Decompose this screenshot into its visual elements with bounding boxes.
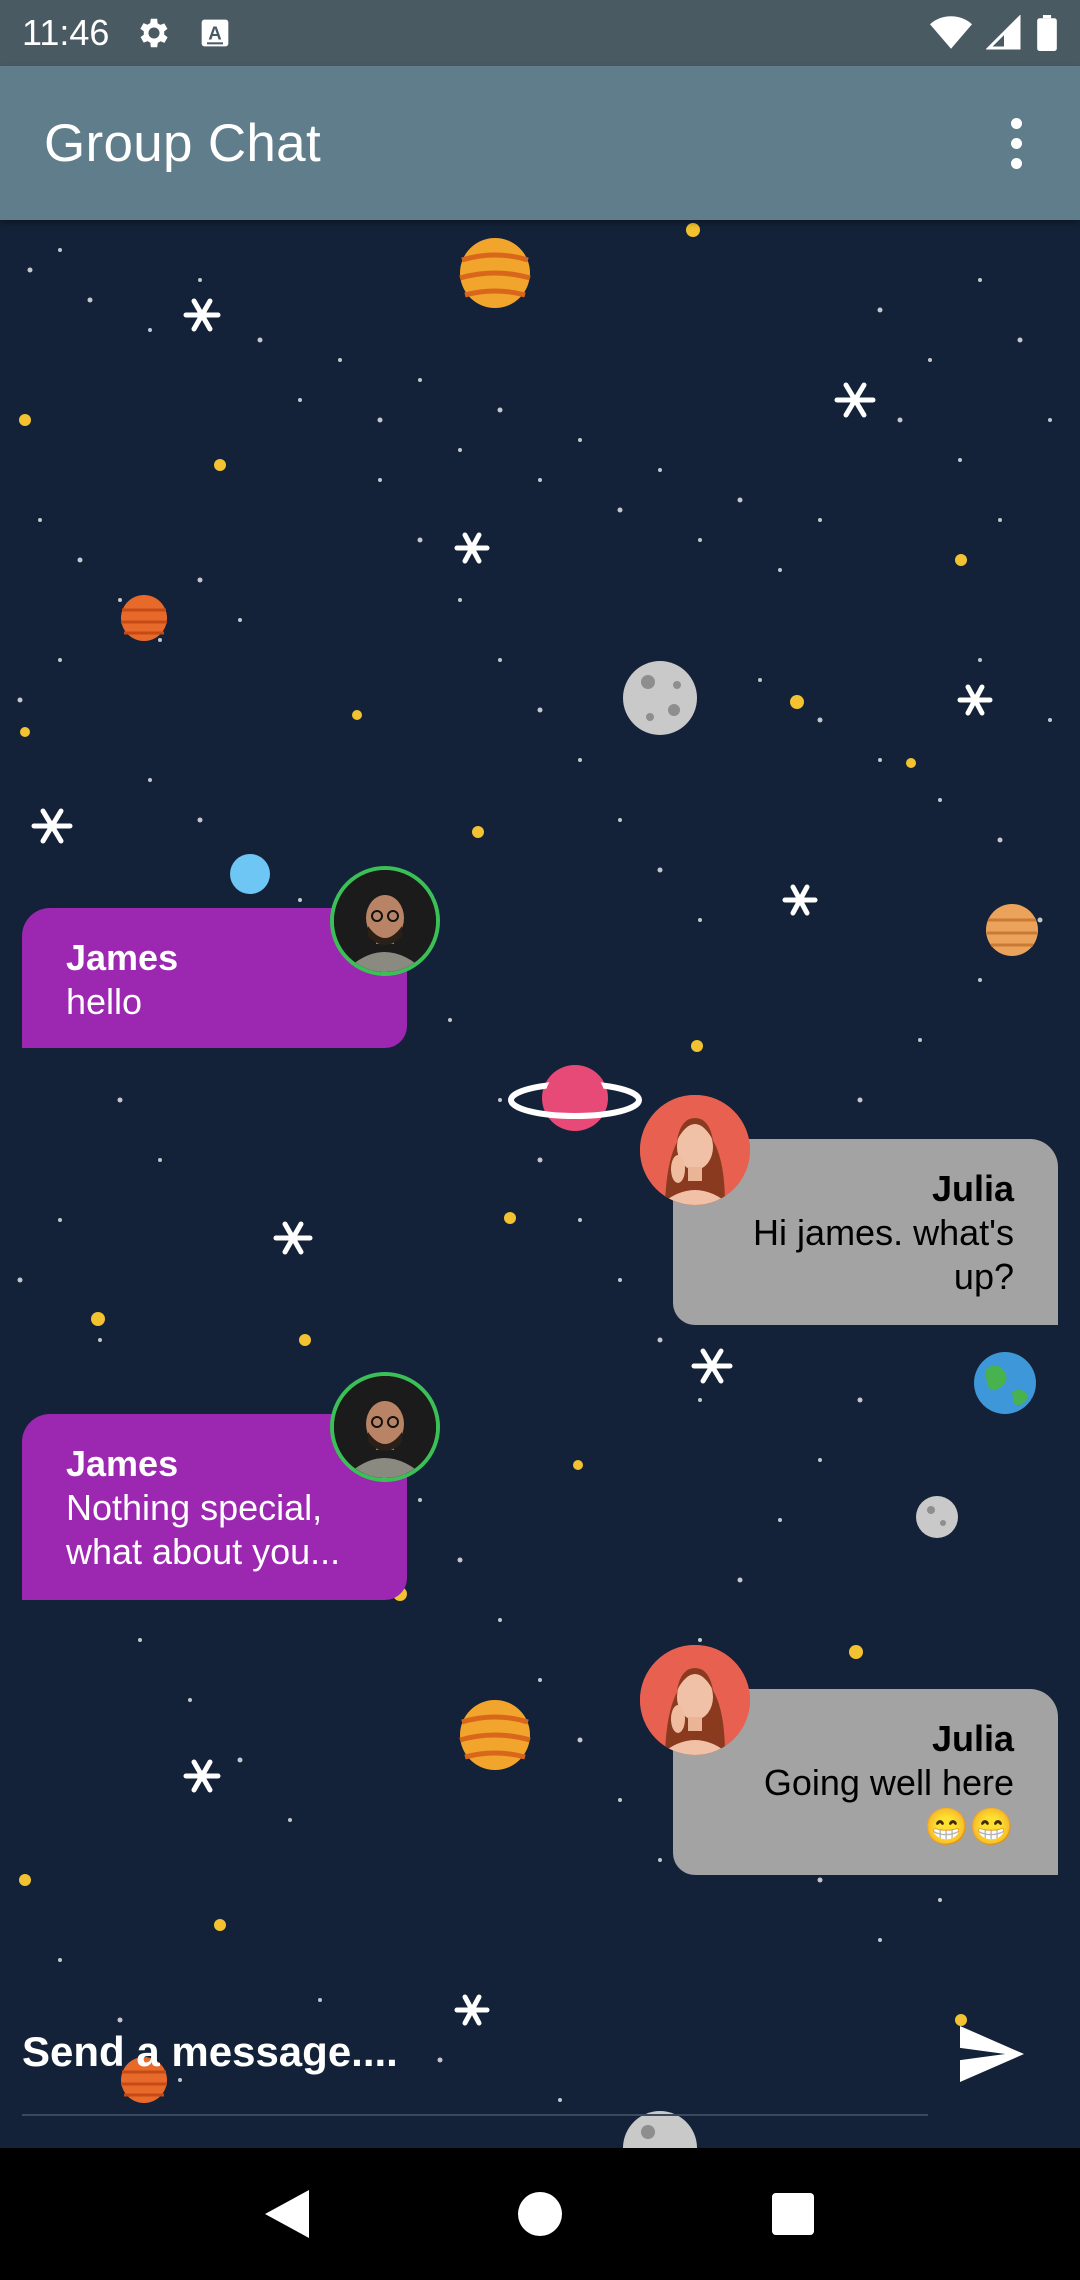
message-sender: James — [66, 937, 179, 978]
more-vert-icon[interactable] — [996, 113, 1036, 173]
back-icon[interactable] — [242, 2169, 332, 2259]
recents-icon[interactable] — [748, 2169, 838, 2259]
battery-icon — [1036, 15, 1058, 51]
send-icon[interactable] — [950, 2012, 1034, 2096]
message-sender: James — [66, 1443, 179, 1484]
keyboard-a-icon: A — [199, 17, 231, 49]
message-text: Going well here 😁😁 — [763, 1762, 1014, 1847]
page-title: Group Chat — [44, 113, 321, 173]
avatar[interactable] — [330, 1372, 440, 1482]
message-text: Hi james. what's up? — [753, 1212, 1014, 1297]
message-sender: Julia — [931, 1168, 1014, 1209]
message-sender: Julia — [931, 1718, 1014, 1759]
avatar[interactable] — [640, 1645, 750, 1755]
avatar[interactable] — [640, 1095, 750, 1205]
app-bar: Group Chat — [0, 66, 1080, 220]
status-time: 11:46 — [22, 12, 110, 53]
home-icon[interactable] — [495, 2169, 585, 2259]
svg-text:A: A — [209, 23, 222, 44]
message-text: hello — [66, 981, 143, 1022]
wifi-icon — [930, 15, 972, 51]
message-input[interactable] — [22, 1990, 928, 2116]
message-text: Nothing special, what about you... — [66, 1487, 341, 1572]
avatar[interactable] — [330, 866, 440, 976]
chat-area[interactable]: James hello Julia Hi james. what's up? J… — [0, 220, 1080, 2148]
settings-icon — [135, 14, 173, 52]
signal-icon — [986, 15, 1022, 51]
status-bar: 11:46 A — [0, 0, 1080, 66]
system-nav-bar — [0, 2148, 1080, 2280]
composer — [0, 1990, 1080, 2148]
